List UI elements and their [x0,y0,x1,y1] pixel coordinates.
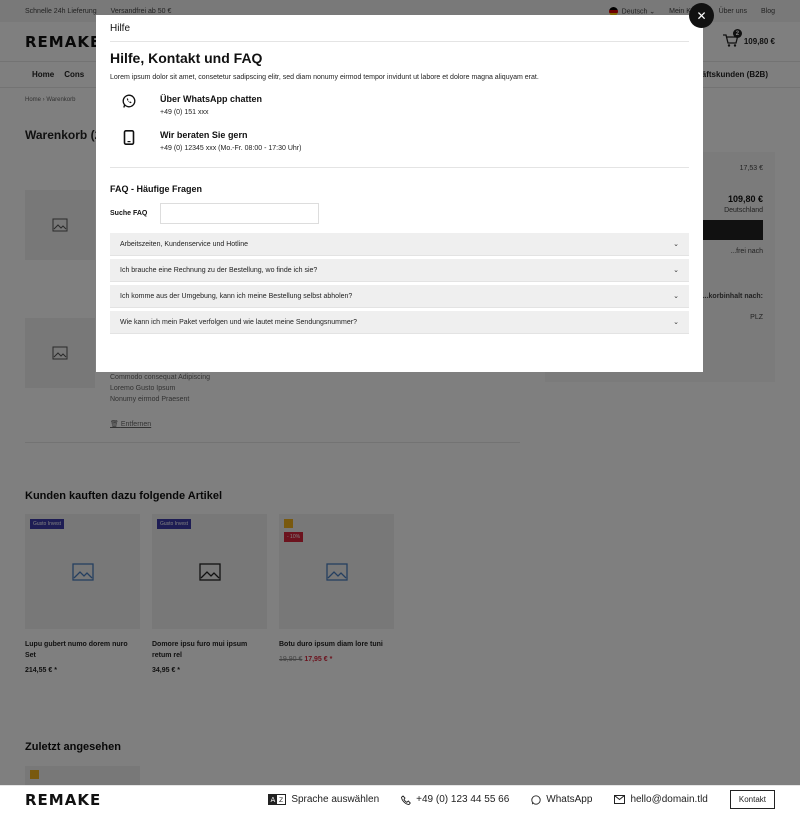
faq-accordion: Arbeitszeiten, Kundenservice und Hotline… [110,233,689,334]
modal-header: Hilfe [110,15,689,42]
faq-search: Suche FAQ [110,203,689,224]
footer-email[interactable]: hello@domain.tld [614,794,708,805]
chevron-down-icon: ⌄ [673,241,679,248]
svg-text:Z: Z [279,797,283,804]
faq-title: FAQ - Häufige Fragen [110,184,203,194]
whatsapp-icon [531,794,541,805]
modal-title: Hilfe, Kontakt und FAQ [110,50,263,66]
contact-title: Über WhatsApp chatten [160,94,263,104]
contact-whatsapp[interactable]: Über WhatsApp chatten +49 (0) 151 xxx [110,94,689,116]
faq-item[interactable]: Ich brauche eine Rechnung zu der Bestell… [110,259,689,282]
language-select[interactable]: AZ Sprache auswählen [268,794,379,805]
phone-icon [401,794,412,805]
translate-icon: AZ [268,794,287,805]
faq-item[interactable]: Wie kann ich mein Paket verfolgen und wi… [110,311,689,334]
phone-icon [123,130,135,145]
chevron-down-icon: ⌄ [673,293,679,300]
svg-text:A: A [271,796,276,804]
divider [110,167,689,168]
contact-detail: +49 (0) 151 xxx [160,109,209,116]
faq-search-label: Suche FAQ [110,210,148,217]
faq-search-input[interactable] [160,203,319,224]
contact-button[interactable]: Kontakt [729,790,775,809]
footer-whatsapp[interactable]: WhatsApp [531,794,592,805]
modal-intro: Lorem ipsum dolor sit amet, consetetur s… [110,74,539,81]
faq-item[interactable]: Arbeitszeiten, Kundenservice und Hotline… [110,233,689,256]
chevron-down-icon: ⌄ [673,319,679,326]
sticky-footer: REMAKE AZ Sprache auswählen +49 (0) 123 … [0,785,800,813]
help-modal: Hilfe Hilfe, Kontakt und FAQ Lorem ipsum… [96,15,703,372]
contact-phone[interactable]: Wir beraten Sie gern +49 (0) 12345 xxx (… [110,130,689,152]
contact-detail: +49 (0) 12345 xxx (Mo.-Fr. 08:00 - 17:30… [160,145,302,152]
footer-logo[interactable]: REMAKE [25,791,101,809]
footer-phone[interactable]: +49 (0) 123 44 55 66 [401,794,509,805]
mail-icon [614,795,626,804]
chevron-down-icon: ⌄ [673,267,679,274]
close-icon[interactable]: ✕ [689,3,714,28]
contact-title: Wir beraten Sie gern [160,130,248,140]
whatsapp-icon [122,94,136,108]
faq-item[interactable]: Ich komme aus der Umgebung, kann ich mei… [110,285,689,308]
